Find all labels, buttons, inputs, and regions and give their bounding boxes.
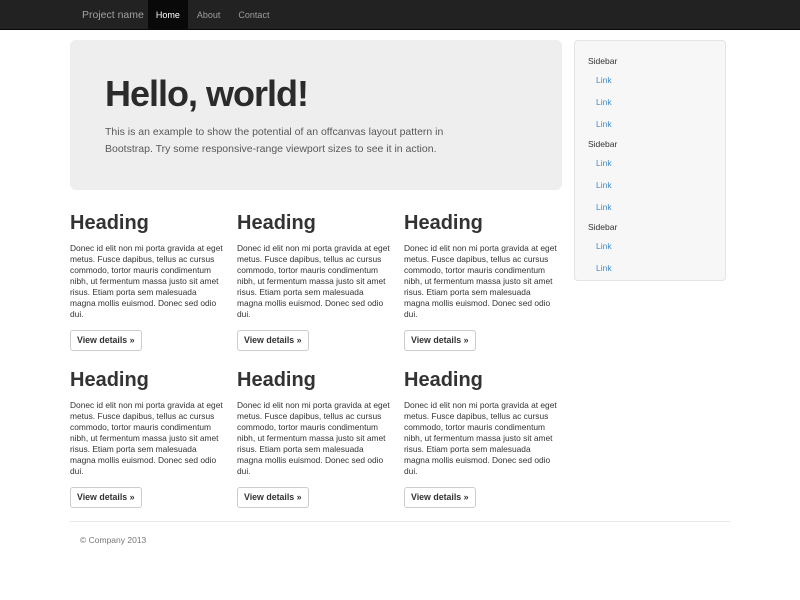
card: Heading Donec id elit non mi porta gravi… (237, 369, 391, 508)
page-container: Hello, world! This is an example to show… (70, 40, 730, 545)
navbar-brand[interactable]: Project name (70, 0, 148, 30)
view-details-button[interactable]: View details » (237, 330, 309, 351)
sidebar-group: Sidebar Link Link Link (575, 53, 725, 136)
sidebar-group-title: Sidebar (575, 219, 725, 236)
sidebar-column: Sidebar Link Link Link Sidebar Link Link… (574, 40, 730, 508)
card-heading: Heading (70, 212, 224, 235)
card: Heading Donec id elit non mi porta gravi… (70, 212, 224, 351)
cards-row-2: Heading Donec id elit non mi porta gravi… (70, 369, 562, 508)
nav-item-contact[interactable]: Contact (229, 0, 278, 30)
cards-row-1: Heading Donec id elit non mi porta gravi… (70, 212, 562, 351)
card-heading: Heading (237, 369, 391, 392)
card: Heading Donec id elit non mi porta gravi… (404, 369, 558, 508)
main-row: Hello, world! This is an example to show… (70, 40, 730, 508)
navbar-menu: Home About Contact (148, 0, 279, 30)
sidebar-link[interactable]: Link (575, 153, 725, 175)
card-body: Donec id elit non mi porta gravida at eg… (237, 400, 391, 477)
content-column: Hello, world! This is an example to show… (70, 40, 562, 508)
sidebar: Sidebar Link Link Link Sidebar Link Link… (574, 40, 726, 281)
sidebar-link[interactable]: Link (575, 175, 725, 197)
navbar-inner: Project name Home About Contact (70, 0, 730, 30)
card-heading: Heading (404, 369, 558, 392)
jumbotron: Hello, world! This is an example to show… (70, 40, 562, 190)
sidebar-group-title: Sidebar (575, 53, 725, 70)
card-heading: Heading (237, 212, 391, 235)
sidebar-link[interactable]: Link (575, 197, 725, 219)
jumbotron-description: This is an example to show the potential… (105, 124, 507, 158)
footer: © Company 2013 (70, 521, 730, 545)
card-heading: Heading (404, 212, 558, 235)
card-body: Donec id elit non mi porta gravida at eg… (70, 243, 224, 320)
view-details-button[interactable]: View details » (70, 487, 142, 508)
sidebar-link[interactable]: Link (575, 70, 725, 92)
view-details-button[interactable]: View details » (404, 487, 476, 508)
sidebar-link[interactable]: Link (575, 114, 725, 136)
sidebar-group: Sidebar Link Link (575, 219, 725, 280)
sidebar-group-title: Sidebar (575, 136, 725, 153)
sidebar-link[interactable]: Link (575, 92, 725, 114)
card: Heading Donec id elit non mi porta gravi… (70, 369, 224, 508)
copyright-text: © Company 2013 (80, 535, 730, 545)
card-body: Donec id elit non mi porta gravida at eg… (404, 400, 558, 477)
sidebar-group: Sidebar Link Link Link (575, 136, 725, 219)
card: Heading Donec id elit non mi porta gravi… (237, 212, 391, 351)
sidebar-link[interactable]: Link (575, 236, 725, 258)
card-body: Donec id elit non mi porta gravida at eg… (70, 400, 224, 477)
view-details-button[interactable]: View details » (237, 487, 309, 508)
card-heading: Heading (70, 369, 224, 392)
view-details-button[interactable]: View details » (70, 330, 142, 351)
jumbotron-title: Hello, world! (105, 76, 527, 112)
sidebar-link[interactable]: Link (575, 258, 725, 280)
navbar: Project name Home About Contact (0, 0, 800, 30)
nav-item-about[interactable]: About (188, 0, 230, 30)
card-body: Donec id elit non mi porta gravida at eg… (404, 243, 558, 320)
card: Heading Donec id elit non mi porta gravi… (404, 212, 558, 351)
nav-item-home[interactable]: Home (148, 0, 188, 30)
view-details-button[interactable]: View details » (404, 330, 476, 351)
card-body: Donec id elit non mi porta gravida at eg… (237, 243, 391, 320)
